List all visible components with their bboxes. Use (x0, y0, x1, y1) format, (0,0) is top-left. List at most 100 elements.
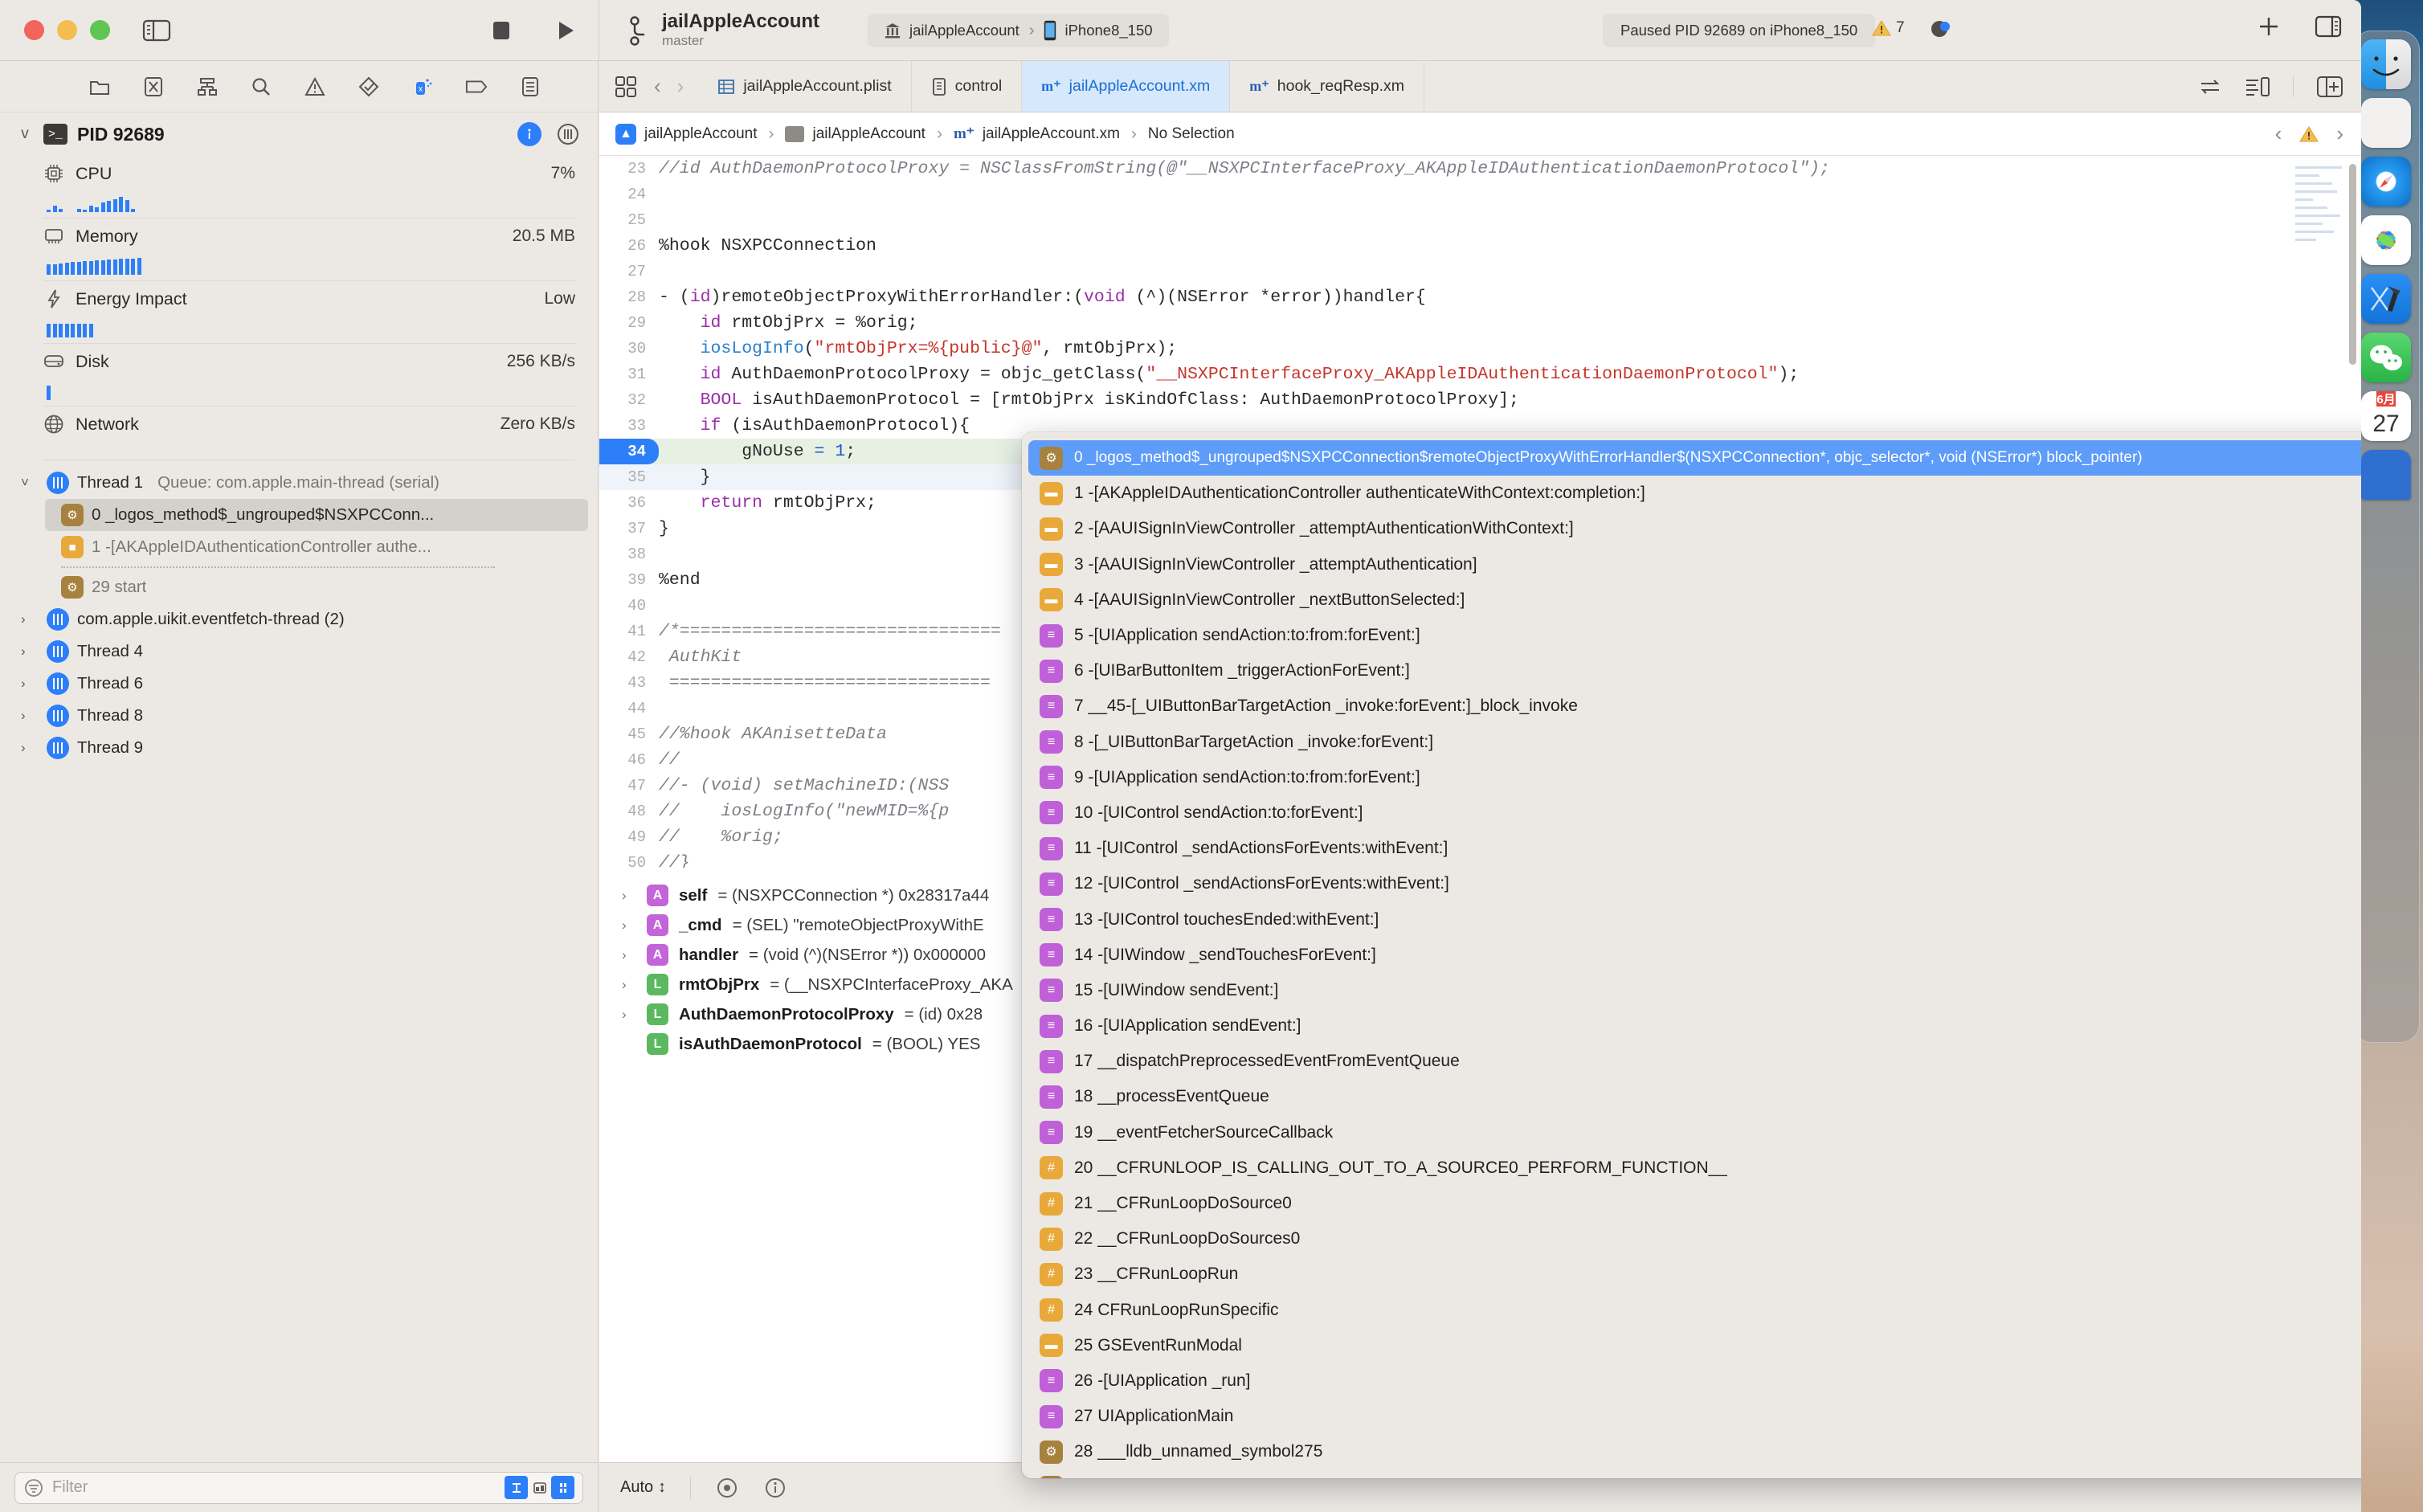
stack-frame-item-1[interactable]: ▬ 1 -[AKAppleIDAuthenticationController a… (1022, 476, 2361, 511)
stack-frame-item-17[interactable]: ≡ 17 __dispatchPreprocessedEventFromEvent… (1022, 1044, 2361, 1079)
minimize-button[interactable] (57, 20, 77, 40)
breadcrumb-item-2[interactable]: jailAppleAccount.xm (983, 125, 1120, 143)
stack-frame-item-10[interactable]: ≡ 10 -[UIControl sendAction:to:forEvent:] (1022, 795, 2361, 831)
stack-frame-item-29[interactable]: ⚙29 start (1022, 1469, 2361, 1478)
editor-scrollbar[interactable] (2349, 164, 2356, 365)
issue-navigator-icon[interactable] (304, 76, 326, 98)
tab-jailAppleAccount-plist[interactable]: jailAppleAccount.plist (698, 61, 912, 112)
debug-navigator-icon[interactable]: x (411, 76, 434, 98)
dock-icon-calendar[interactable]: 6月 27 (2361, 391, 2411, 441)
line-number[interactable]: 28 (599, 284, 659, 310)
stack-frame-item-19[interactable]: ≡ 19 __eventFetcherSourceCallback (1022, 1115, 2361, 1150)
line-number[interactable]: 33 (599, 413, 659, 439)
chevron-right-icon[interactable]: › (622, 917, 636, 934)
add-editor-icon[interactable] (2257, 14, 2281, 39)
line-number[interactable]: 26 (599, 233, 659, 259)
tab-control[interactable]: control (912, 61, 1023, 112)
navigate-back-icon[interactable]: ‹ (654, 74, 661, 99)
line-number[interactable]: 47 (599, 773, 659, 799)
chevron-right-icon[interactable]: › (21, 644, 39, 660)
line-number[interactable]: 40 (599, 593, 659, 619)
line-number[interactable]: 44 (599, 696, 659, 721)
stack-frame-item-21[interactable]: #21 __CFRunLoopDoSource0 (1022, 1186, 2361, 1221)
stack-frame-item-18[interactable]: ≡ 18 __processEventQueue (1022, 1079, 2361, 1114)
line-number[interactable]: 25 (599, 207, 659, 233)
stack-frame-item-22[interactable]: #22 __CFRunLoopDoSources0 (1022, 1221, 2361, 1257)
dock-icon-wechat[interactable] (2361, 333, 2411, 382)
activity-icon[interactable] (1928, 18, 1954, 40)
thread-row-8[interactable]: › Thread 8 (0, 700, 598, 732)
line-number[interactable]: 37 (599, 516, 659, 541)
warning-indicator[interactable]: 7 (1872, 19, 1905, 37)
scheme-selector[interactable]: jailAppleAccount › iPhone8_150 (868, 14, 1169, 47)
dock-icon-launchpad[interactable] (2361, 98, 2411, 148)
chevron-right-icon[interactable]: › (21, 708, 39, 724)
code-line-30[interactable]: 30 iosLogInfo("rmtObjPrx=%{public}@", rm… (599, 336, 2361, 362)
code-line-24[interactable]: 24 (599, 182, 2361, 207)
stack-frame-item-25[interactable]: ▬ 25 GSEventRunModal (1022, 1328, 2361, 1363)
code-line-29[interactable]: 29 id rmtObjPrx = %orig; (599, 310, 2361, 336)
variables-scope-selector[interactable]: Auto ↕ (620, 1478, 666, 1497)
stack-frame-item-23[interactable]: #23 __CFRunLoopRun (1022, 1257, 2361, 1292)
line-number[interactable]: 23 (599, 156, 659, 182)
stack-frame-item-9[interactable]: ≡ 9 -[UIApplication sendAction:to:from:fo… (1022, 760, 2361, 795)
stack-frame-item-4[interactable]: ▬ 4 -[AAUISignInViewController _nextButto… (1022, 582, 2361, 618)
project-info[interactable]: jailAppleAccount master (662, 10, 819, 49)
line-number[interactable]: 39 (599, 567, 659, 593)
code-line-28[interactable]: 28- (id)remoteObjectProxyWithErrorHandle… (599, 284, 2361, 310)
code-minimap[interactable] (2295, 161, 2343, 370)
line-number[interactable]: 49 (599, 824, 659, 850)
add-assistant-editor-icon[interactable] (2316, 76, 2343, 98)
chevron-right-icon[interactable]: › (622, 888, 636, 904)
gauge-cpu[interactable]: CPU 7% (43, 156, 575, 191)
stack-frame-item-28[interactable]: ⚙ 28 ___lldb_unnamed_symbol275 (1022, 1434, 2361, 1469)
stack-frame-item-7[interactable]: ≡ 7 __45-[_UIButtonBarTargetAction _invok… (1022, 689, 2361, 724)
thread-row-1[interactable]: ˅ Thread 1 Queue: com.apple.main-thread … (0, 467, 598, 499)
info-circle-icon[interactable] (763, 1476, 787, 1500)
line-number[interactable]: 42 (599, 644, 659, 670)
next-issue-icon[interactable]: › (2336, 121, 2343, 146)
report-navigator-icon[interactable] (519, 76, 541, 98)
breadcrumb-item-3[interactable]: No Selection (1148, 125, 1235, 143)
line-number[interactable]: 50 (599, 850, 659, 868)
code-line-27[interactable]: 27 (599, 259, 2361, 284)
line-number[interactable]: 43 (599, 670, 659, 696)
zoom-button[interactable] (90, 20, 110, 40)
close-button[interactable] (24, 20, 44, 40)
line-number[interactable]: 45 (599, 721, 659, 747)
stack-frame-item-2[interactable]: ▬ 2 -[AAUISignInViewController _attemptAu… (1022, 511, 2361, 546)
dock-icon-extra[interactable] (2361, 450, 2411, 500)
source-control-navigator-icon[interactable] (142, 76, 165, 98)
stack-frame-popup[interactable]: ⚙ 0 _logos_method$_ungrouped$NSXPCConnect… (1022, 432, 2361, 1478)
stack-frame-item-12[interactable]: ≡ 12 -[UIControl _sendActionsForEvents:wi… (1022, 866, 2361, 901)
gauge-memory[interactable]: Memory 20.5 MB (43, 219, 575, 254)
chevron-right-icon[interactable]: › (21, 676, 39, 692)
info-icon[interactable] (517, 122, 541, 146)
stack-frame-row-29[interactable]: ⚙ 29 start (0, 571, 598, 603)
code-line-31[interactable]: 31 id AuthDaemonProtocolProxy = objc_get… (599, 362, 2361, 387)
thread-row-eventfetch[interactable]: › com.apple.uikit.eventfetch-thread (2) (0, 603, 598, 635)
related-items-icon[interactable] (2198, 77, 2222, 96)
stack-frame-item-20[interactable]: #20 __CFRUNLOOP_IS_CALLING_OUT_TO_A_SOUR… (1022, 1150, 2361, 1186)
run-button[interactable] (555, 19, 576, 42)
dock-icon-photos[interactable] (2361, 215, 2411, 265)
thread-row-4[interactable]: › Thread 4 (0, 635, 598, 668)
stack-frame-item-13[interactable]: ≡ 13 -[UIControl touchesEnded:withEvent:] (1022, 901, 2361, 937)
stack-frame-row-1[interactable]: ■ 1 -[AKAppleIDAuthenticationController … (0, 531, 598, 563)
thread-row-6[interactable]: › Thread 6 (0, 668, 598, 700)
line-number[interactable]: 36 (599, 490, 659, 516)
gauge-disk[interactable]: Disk 256 KB/s (43, 344, 575, 379)
line-number[interactable]: 30 (599, 336, 659, 362)
stop-button[interactable] (491, 19, 512, 42)
stack-frame-item-26[interactable]: ≡ 26 -[UIApplication _run] (1022, 1363, 2361, 1399)
editor-options-icon[interactable] (614, 75, 638, 99)
thread-view-icon[interactable] (556, 122, 580, 146)
stack-frame-item-3[interactable]: ▬ 3 -[AAUISignInViewController _attemptAu… (1022, 547, 2361, 582)
line-number[interactable]: 31 (599, 362, 659, 387)
chevron-right-icon[interactable]: › (622, 1007, 636, 1023)
dock-icon-xcode[interactable] (2361, 274, 2411, 324)
stack-frame-item-6[interactable]: ≡ 6 -[UIBarButtonItem _triggerActionForEv… (1022, 653, 2361, 689)
toggle-navigator-icon[interactable] (142, 18, 171, 43)
dock-icon-safari[interactable] (2361, 157, 2411, 206)
gauge-network[interactable]: Network Zero KB/s (43, 407, 575, 442)
